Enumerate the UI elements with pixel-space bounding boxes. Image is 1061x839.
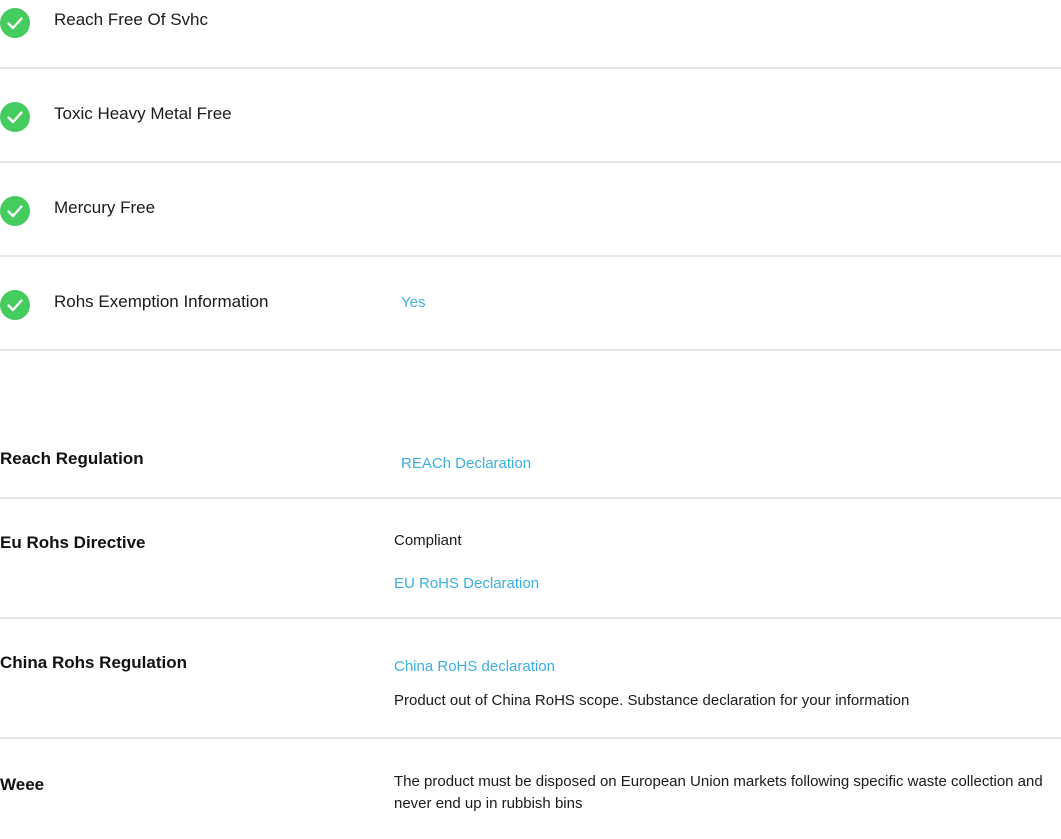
- reach-regulation-label: Reach Regulation: [0, 449, 144, 468]
- check-label: Rohs Exemption Information: [54, 292, 269, 311]
- china-rohs-regulation-label: China Rohs Regulation: [0, 653, 187, 672]
- divider: [0, 617, 1061, 619]
- check-row-reach-free-of-svhc: Reach Free Of Svhc: [0, 8, 1061, 38]
- check-circle-icon: [0, 8, 30, 38]
- divider: [0, 349, 1061, 351]
- check-circle-icon: [0, 290, 30, 320]
- check-row-rohs-exemption-information: Rohs Exemption Information Yes: [0, 290, 1061, 320]
- china-rohs-declaration-link[interactable]: China RoHS declaration: [394, 658, 555, 676]
- rohs-exemption-value-link[interactable]: Yes: [401, 294, 425, 312]
- check-circle-icon: [0, 102, 30, 132]
- china-rohs-note: Product out of China RoHS scope. Substan…: [394, 692, 910, 709]
- divider: [0, 255, 1061, 257]
- check-label: Reach Free Of Svhc: [54, 10, 209, 29]
- check-row-toxic-heavy-metal-free: Toxic Heavy Metal Free: [0, 102, 1061, 132]
- weee-text: The product must be disposed on European…: [394, 773, 1043, 812]
- eu-rohs-declaration-link[interactable]: EU RoHS Declaration: [394, 575, 539, 593]
- divider: [0, 161, 1061, 163]
- check-circle-icon: [0, 196, 30, 226]
- weee-label: Weee: [0, 775, 45, 794]
- reach-declaration-link[interactable]: REACh Declaration: [401, 455, 531, 473]
- check-label: Mercury Free: [54, 198, 156, 217]
- check-row-mercury-free: Mercury Free: [0, 196, 1061, 226]
- divider: [0, 497, 1061, 499]
- divider: [0, 67, 1061, 69]
- eu-rohs-status: Compliant: [394, 532, 462, 549]
- eu-rohs-directive-label: Eu Rohs Directive: [0, 533, 146, 552]
- divider: [0, 737, 1061, 739]
- check-label: Toxic Heavy Metal Free: [54, 104, 232, 123]
